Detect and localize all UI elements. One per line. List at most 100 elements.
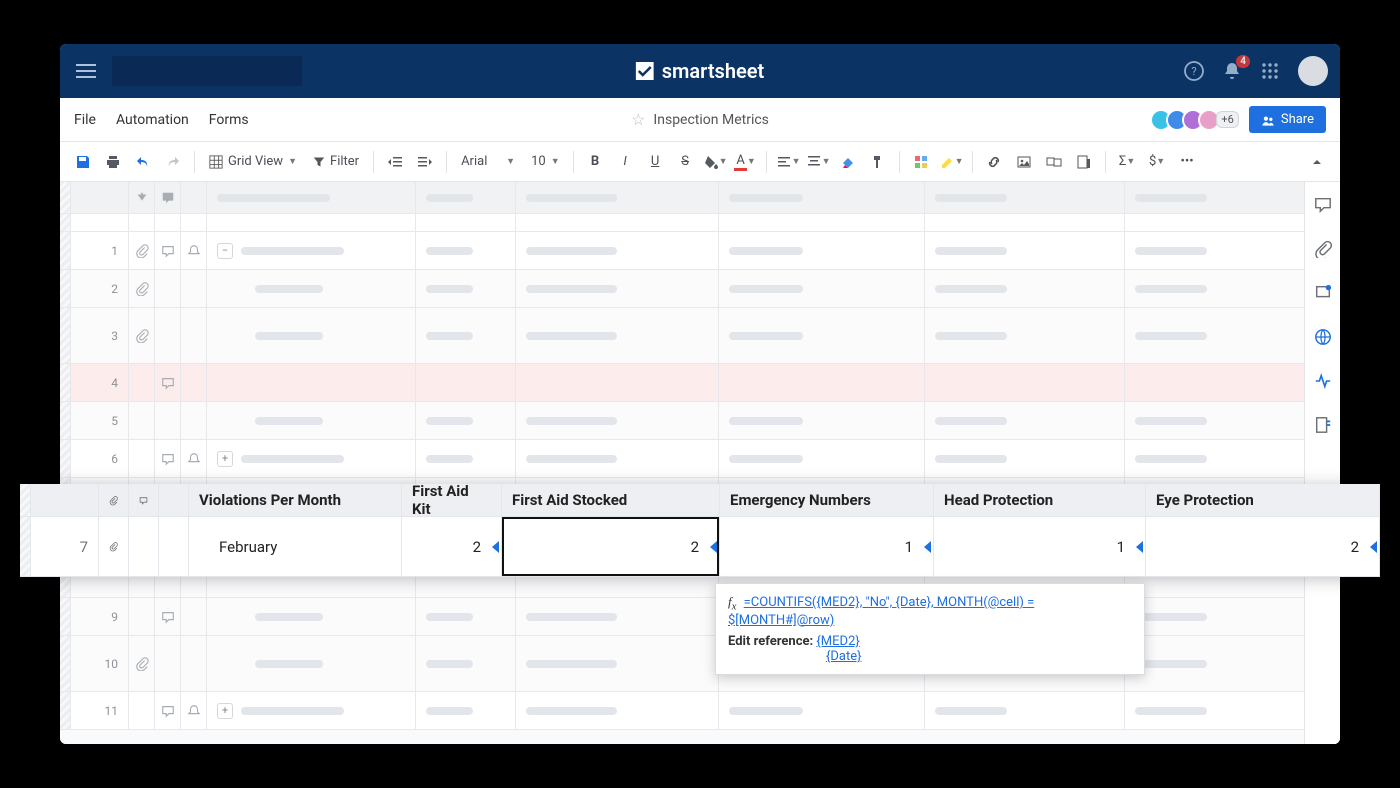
notification-badge: 4 xyxy=(1236,55,1250,68)
reminder-icon[interactable] xyxy=(181,232,207,269)
selection-box xyxy=(502,517,719,576)
formula-link[interactable]: =COUNTIFS({MED2}, "No", {Date}, MONTH(@c… xyxy=(728,595,1034,628)
currency-icon[interactable]: $▼ xyxy=(1144,149,1170,175)
rail-activity-icon[interactable] xyxy=(1314,372,1332,394)
rail-conversations-icon[interactable] xyxy=(1314,196,1332,218)
brand-logo: smartsheet xyxy=(636,59,765,83)
redo-icon[interactable] xyxy=(160,149,186,175)
bold-icon[interactable]: B xyxy=(582,149,608,175)
collaborator-stack[interactable]: +6 xyxy=(1156,109,1238,131)
attachment-col-icon xyxy=(99,484,129,516)
help-icon[interactable]: ? xyxy=(1184,61,1204,81)
menu-file[interactable]: File xyxy=(74,112,96,128)
col-firstaidstocked[interactable]: First Aid Stocked xyxy=(502,484,720,516)
app-window: smartsheet ? 4 File Automation Forms ☆ I… xyxy=(60,44,1340,744)
sum-icon[interactable]: Σ▼ xyxy=(1114,149,1140,175)
col-emergency[interactable]: Emergency Numbers xyxy=(720,484,934,516)
brand-icon xyxy=(636,62,654,80)
user-avatar[interactable] xyxy=(1298,56,1328,86)
grid-row[interactable]: 1 − xyxy=(60,232,1340,270)
cell-firstaidstocked[interactable]: 2 xyxy=(502,517,720,576)
col-violations[interactable]: Violations Per Month xyxy=(189,484,402,516)
apps-icon[interactable] xyxy=(1260,61,1280,81)
grid-row[interactable]: 9 xyxy=(60,598,1340,636)
share-label: Share xyxy=(1281,112,1314,127)
grid-row[interactable]: 3 xyxy=(60,308,1340,364)
cell-link-icon[interactable] xyxy=(1041,149,1067,175)
indent-icon[interactable] xyxy=(412,149,438,175)
collapse-toolbar-icon[interactable] xyxy=(1304,149,1330,175)
column-header-row xyxy=(60,182,1340,214)
toolbar: Grid View▼ Filter Arial▼ 10▼ B I U S ▼ A… xyxy=(60,142,1340,182)
highlight-icon[interactable]: ▼ xyxy=(938,149,964,175)
grid-row[interactable]: 4 xyxy=(60,364,1340,402)
menu-icon[interactable] xyxy=(72,57,100,85)
rail-proofs-icon[interactable] xyxy=(1314,284,1332,306)
notifications-icon[interactable]: 4 xyxy=(1222,61,1242,81)
cell-head[interactable]: 1 xyxy=(934,517,1146,576)
clear-format-icon[interactable] xyxy=(835,149,861,175)
right-rail xyxy=(1304,182,1340,744)
save-icon[interactable] xyxy=(70,149,96,175)
menu-forms[interactable]: Forms xyxy=(209,112,249,128)
more-icon[interactable]: ••• xyxy=(1174,149,1200,175)
favorite-icon[interactable]: ☆ xyxy=(631,110,645,129)
undo-icon[interactable] xyxy=(130,149,156,175)
comment-icon[interactable] xyxy=(155,232,181,269)
share-button[interactable]: Share xyxy=(1249,106,1326,133)
italic-icon[interactable]: I xyxy=(612,149,638,175)
comment-col-icon xyxy=(129,484,159,516)
ref-link-1[interactable]: {MED2} xyxy=(816,634,859,649)
grid-row[interactable]: 2 xyxy=(60,270,1340,308)
proof-icon[interactable] xyxy=(1071,149,1097,175)
svg-text:?: ? xyxy=(1191,65,1196,78)
sheet-name: Inspection Metrics xyxy=(653,112,768,128)
cell-emergency[interactable]: 1 xyxy=(720,517,934,576)
text-color-icon[interactable]: A▼ xyxy=(732,149,758,175)
app-header: smartsheet ? 4 xyxy=(60,44,1340,98)
filter-button[interactable]: Filter xyxy=(307,149,365,175)
view-switcher[interactable]: Grid View▼ xyxy=(203,149,303,175)
collaborator-more[interactable]: +6 xyxy=(1216,111,1238,128)
link-icon[interactable] xyxy=(981,149,1007,175)
conditional-format-icon[interactable] xyxy=(908,149,934,175)
brand-text: smartsheet xyxy=(662,59,765,83)
cell-month[interactable]: February xyxy=(189,517,402,576)
col-head[interactable]: Head Protection xyxy=(934,484,1146,516)
overlay-data-row[interactable]: 7 February 2 2 1 1 2 xyxy=(20,517,1380,577)
outdent-icon[interactable] xyxy=(382,149,408,175)
align-icon[interactable]: ▼ xyxy=(775,149,801,175)
grid-row[interactable]: 11 + xyxy=(60,692,1340,730)
menubar: File Automation Forms ☆ Inspection Metri… xyxy=(60,98,1340,142)
rail-summary-icon[interactable] xyxy=(1314,416,1332,438)
fontsize-select[interactable]: 10▼ xyxy=(525,149,565,175)
print-icon[interactable] xyxy=(100,149,126,175)
focused-row-overlay: Violations Per Month First Aid Kit First… xyxy=(20,484,1380,577)
col-firstaidkit[interactable]: First Aid Kit xyxy=(402,484,502,516)
ref-link-2[interactable]: {Date} xyxy=(826,649,862,664)
fx-icon: fx xyxy=(728,594,736,609)
underline-icon[interactable]: U xyxy=(642,149,668,175)
cell-firstaidkit[interactable]: 2 xyxy=(402,517,502,576)
grid-row[interactable]: 6 + xyxy=(60,440,1340,478)
formula-popup: fx =COUNTIFS({MED2}, "No", {Date}, MONTH… xyxy=(715,583,1145,675)
spacer-row xyxy=(60,214,1340,232)
rail-attachments-icon[interactable] xyxy=(1314,240,1332,262)
image-icon[interactable] xyxy=(1011,149,1037,175)
global-search[interactable] xyxy=(112,56,302,86)
font-select[interactable]: Arial▼ xyxy=(455,149,521,175)
grid-area: 1 − 2 3 4 xyxy=(60,182,1340,744)
grid-row[interactable]: 10 xyxy=(60,636,1340,692)
col-eye[interactable]: Eye Protection xyxy=(1146,484,1380,516)
cell-eye[interactable]: 2 xyxy=(1146,517,1380,576)
attachment-icon[interactable] xyxy=(99,517,129,576)
attachment-icon[interactable] xyxy=(129,232,155,269)
fill-color-icon[interactable]: ▼ xyxy=(702,149,728,175)
grid-row[interactable]: 5 xyxy=(60,402,1340,440)
strike-icon[interactable]: S xyxy=(672,149,698,175)
rail-publish-icon[interactable] xyxy=(1314,328,1332,350)
menu-automation[interactable]: Automation xyxy=(116,112,189,128)
format-painter-icon[interactable] xyxy=(865,149,891,175)
valign-icon[interactable]: ▼ xyxy=(805,149,831,175)
sheet-title: ☆ Inspection Metrics xyxy=(631,110,769,129)
